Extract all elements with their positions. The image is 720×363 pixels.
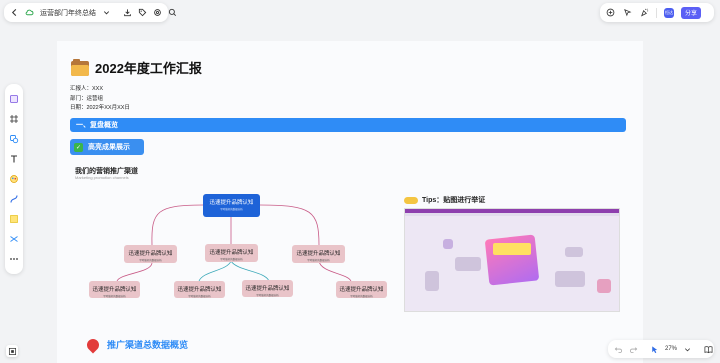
- pointing-hand-icon: [404, 196, 418, 204]
- folder-icon: [71, 59, 89, 76]
- zoom-level[interactable]: 27%: [665, 346, 677, 352]
- mindmap-node[interactable]: 迅速提升品牌认知 平时做好的数据分析: [336, 281, 387, 298]
- mindmap-node[interactable]: 迅速提升品牌认知 平时做好的数据分析: [124, 245, 177, 263]
- more-icon[interactable]: [8, 253, 20, 265]
- node-label: 迅速提升品牌认知: [296, 251, 341, 257]
- pasted-screenshot-image[interactable]: [404, 208, 620, 312]
- pointer-icon[interactable]: [650, 344, 659, 354]
- mindmap-node[interactable]: 迅速提升品牌认知 平时做好的数据分析: [174, 281, 225, 298]
- section-heading-review[interactable]: 一、复盘概览: [70, 118, 626, 132]
- left-tool-palette: [5, 84, 23, 274]
- date-text: 日期：2022年XX月XX日: [70, 105, 130, 111]
- mindmap-node[interactable]: 迅速提升品牌认知 平时做好的数据分析: [205, 244, 258, 262]
- node-label: 迅速提升品牌认知: [209, 200, 254, 206]
- settings-icon[interactable]: [153, 8, 162, 18]
- node-sub: 平时做好的数据分析: [307, 259, 330, 262]
- pin-icon: [84, 336, 102, 353]
- node-label: 迅速提升品牌认知: [245, 286, 290, 292]
- top-left-toolbar: 运营部门年终总结: [4, 3, 177, 22]
- highlight-heading[interactable]: ✓ 高亮成果展示: [70, 139, 144, 155]
- mindmap-connectors: [116, 204, 352, 282]
- node-sub: 平时做好的数据分析: [103, 295, 126, 298]
- celebrate-icon[interactable]: [639, 8, 649, 18]
- channels-caption: Marketing promotion channels: [75, 175, 129, 180]
- top-right-toolbar: 恒达 分享: [600, 3, 714, 22]
- doc-heading: 2022年度工作汇报: [71, 58, 202, 77]
- minimap-toggle[interactable]: [6, 345, 18, 357]
- node-label: 迅速提升品牌认知: [92, 287, 137, 293]
- node-label: 迅速提升品牌认知: [177, 287, 222, 293]
- tag-icon[interactable]: [138, 8, 147, 18]
- undo-icon[interactable]: [614, 344, 623, 354]
- document-title[interactable]: 运营部门年终总结: [40, 8, 96, 18]
- node-sub: 平时做好的数据分析: [188, 295, 211, 298]
- data-overview-label: 推广渠道总数据概览: [107, 340, 189, 350]
- bottom-right-controls: 27%: [608, 340, 714, 358]
- sticky-icon[interactable]: [8, 93, 20, 105]
- zoom-dropdown-icon[interactable]: [683, 344, 692, 354]
- frame-icon[interactable]: [8, 113, 20, 125]
- shape-icon[interactable]: [8, 133, 20, 145]
- note-icon[interactable]: [8, 213, 20, 225]
- reporter-text: 汇报人：XXX: [70, 86, 104, 92]
- node-sub: 平时做好的数据分析: [220, 258, 243, 261]
- redo-icon[interactable]: [629, 344, 638, 354]
- node-label: 迅速提升品牌认知: [209, 250, 254, 256]
- mindmap-node[interactable]: 迅速提升品牌认知 平时做好的数据分析: [292, 245, 345, 263]
- pen-icon[interactable]: [8, 173, 20, 185]
- mindmap-node[interactable]: 迅速提升品牌认知 平时做好的数据分析: [242, 280, 293, 297]
- mindmap-icon[interactable]: [8, 233, 20, 245]
- add-icon[interactable]: [605, 8, 615, 18]
- node-label: 迅速提升品牌认知: [128, 251, 173, 257]
- board-canvas[interactable]: 2022年度工作汇报 汇报人：XXX 部门：运营组 日期：2022年XX月XX日…: [57, 41, 643, 363]
- mindmap-node[interactable]: 迅速提升品牌认知 平时做好的数据分析: [89, 281, 140, 298]
- chevron-down-icon[interactable]: [102, 8, 111, 18]
- tips-heading: Tips：贴图进行举证: [404, 195, 485, 205]
- node-sub: 平时做好的数据分析: [256, 294, 279, 297]
- check-icon: ✓: [74, 142, 83, 152]
- text-icon[interactable]: [8, 153, 20, 165]
- node-label: 迅速提升品牌认知: [339, 287, 384, 293]
- data-overview-heading: 推广渠道总数据概览: [84, 336, 189, 353]
- connector-icon[interactable]: [8, 193, 20, 205]
- mindmap-root-node[interactable]: 迅速提升品牌认知 平时做好的数据分析: [203, 194, 260, 217]
- node-sub: 平时做好的数据分析: [139, 259, 162, 262]
- highlight-label: 高亮成果展示: [88, 144, 130, 151]
- avatar[interactable]: 恒达: [664, 7, 674, 18]
- map-icon: [7, 346, 17, 356]
- book-icon[interactable]: [704, 344, 713, 354]
- download-icon[interactable]: [123, 8, 132, 18]
- node-sub: 平时做好的数据分析: [350, 295, 373, 298]
- search-icon[interactable]: [168, 8, 177, 18]
- tips-label: Tips：贴图进行举证: [422, 197, 486, 204]
- page-title[interactable]: 2022年度工作汇报: [95, 58, 202, 77]
- share-button[interactable]: 分享: [681, 6, 701, 19]
- divider: [656, 7, 657, 18]
- chevron-left-icon[interactable]: [10, 8, 19, 18]
- cursor-icon[interactable]: [622, 8, 632, 18]
- cloud-sync-icon: [25, 8, 34, 18]
- department-text: 部门：运营组: [70, 96, 104, 102]
- node-sub: 平时做好的数据分析: [220, 208, 243, 211]
